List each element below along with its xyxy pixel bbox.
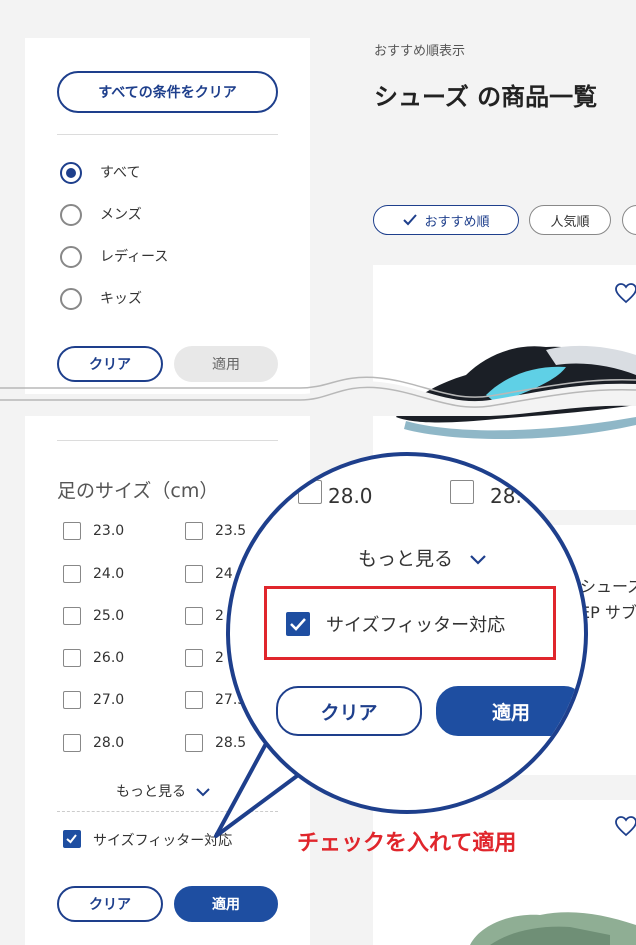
size-checkbox[interactable]: [185, 607, 203, 625]
size-label: 2: [215, 650, 224, 666]
size-label: 28.: [490, 484, 522, 508]
sort-tag-popular[interactable]: 人気順: [529, 205, 611, 235]
size-label: 23.0: [93, 523, 125, 539]
size-label: 24: [215, 566, 233, 582]
size-checkbox[interactable]: [63, 522, 81, 540]
sort-tag-next[interactable]: [622, 205, 636, 235]
size-clear-button[interactable]: クリア: [57, 886, 163, 922]
product-name-partial: EP サブ: [580, 603, 636, 622]
sort-caption: おすすめ順表示: [374, 44, 466, 59]
check-icon: [66, 834, 77, 844]
size-checkbox[interactable]: [185, 649, 203, 667]
size-checkbox[interactable]: [63, 649, 81, 667]
show-more-link[interactable]: もっと見る: [358, 544, 487, 571]
size-checkbox[interactable]: [185, 734, 203, 752]
size-label: 2: [215, 608, 224, 624]
magnifier-callout: 28.0 28. もっと見る サイズフィッター対応 クリア 適用: [226, 452, 588, 814]
size-checkbox[interactable]: [185, 691, 203, 709]
show-more-label: もっと見る: [358, 548, 454, 570]
clear-all-button[interactable]: すべての条件をクリア: [57, 71, 278, 113]
size-label: 28.0: [93, 735, 125, 751]
radio-label-kids: キッズ: [100, 291, 142, 307]
chevron-down-icon: [196, 788, 211, 797]
check-icon: [403, 214, 418, 226]
magnified-clear-button[interactable]: クリア: [276, 686, 422, 736]
product-image-shoe: [470, 912, 636, 945]
size-checkbox[interactable]: [63, 565, 81, 583]
radio-ladies[interactable]: [60, 246, 82, 268]
sort-tag-label: 人気順: [550, 214, 590, 230]
size-checkbox[interactable]: [63, 734, 81, 752]
size-apply-button[interactable]: 適用: [174, 886, 278, 922]
size-checkbox[interactable]: [63, 691, 81, 709]
radio-label-all: すべて: [100, 165, 141, 181]
radio-label-mens: メンズ: [100, 207, 142, 223]
sort-tag-recommended[interactable]: おすすめ順: [373, 205, 519, 235]
size-checkbox[interactable]: [185, 565, 203, 583]
check-icon: [290, 618, 306, 631]
size-fitter-label: サイズフィッター対応: [326, 615, 506, 636]
size-fitter-checkbox[interactable]: [63, 830, 81, 848]
show-more-link[interactable]: もっと見る: [116, 781, 211, 801]
divider: [57, 440, 278, 441]
annotation-text: チェックを入れて適用: [297, 831, 517, 856]
sort-tag-label: おすすめ順: [424, 214, 490, 230]
size-label: 26.0: [93, 650, 125, 666]
page-break-wave: [0, 376, 636, 416]
size-checkbox[interactable]: [298, 480, 322, 504]
size-label: 23.5: [215, 523, 247, 539]
show-more-label: もっと見る: [116, 784, 186, 800]
size-checkbox[interactable]: [450, 480, 474, 504]
size-label: 24.0: [93, 566, 125, 582]
radio-all[interactable]: [60, 162, 82, 184]
chevron-down-icon: [470, 554, 486, 565]
size-label: 28.0: [328, 484, 373, 508]
size-checkbox[interactable]: [185, 522, 203, 540]
size-section-title: 足のサイズ（cm）: [57, 480, 219, 502]
heart-icon[interactable]: [614, 815, 636, 837]
size-label: 25.0: [93, 608, 125, 624]
radio-label-ladies: レディース: [100, 249, 169, 265]
size-fitter-checkbox[interactable]: [286, 612, 310, 636]
size-checkbox[interactable]: [63, 607, 81, 625]
divider: [57, 134, 278, 135]
magnified-apply-button[interactable]: 適用: [436, 686, 584, 736]
size-label: 27.0: [93, 692, 125, 708]
product-name-partial: シューズ: [580, 577, 636, 596]
heart-icon[interactable]: [614, 282, 636, 304]
radio-mens[interactable]: [60, 204, 82, 226]
page-title: シューズ の商品一覧: [374, 83, 598, 111]
radio-kids[interactable]: [60, 288, 82, 310]
